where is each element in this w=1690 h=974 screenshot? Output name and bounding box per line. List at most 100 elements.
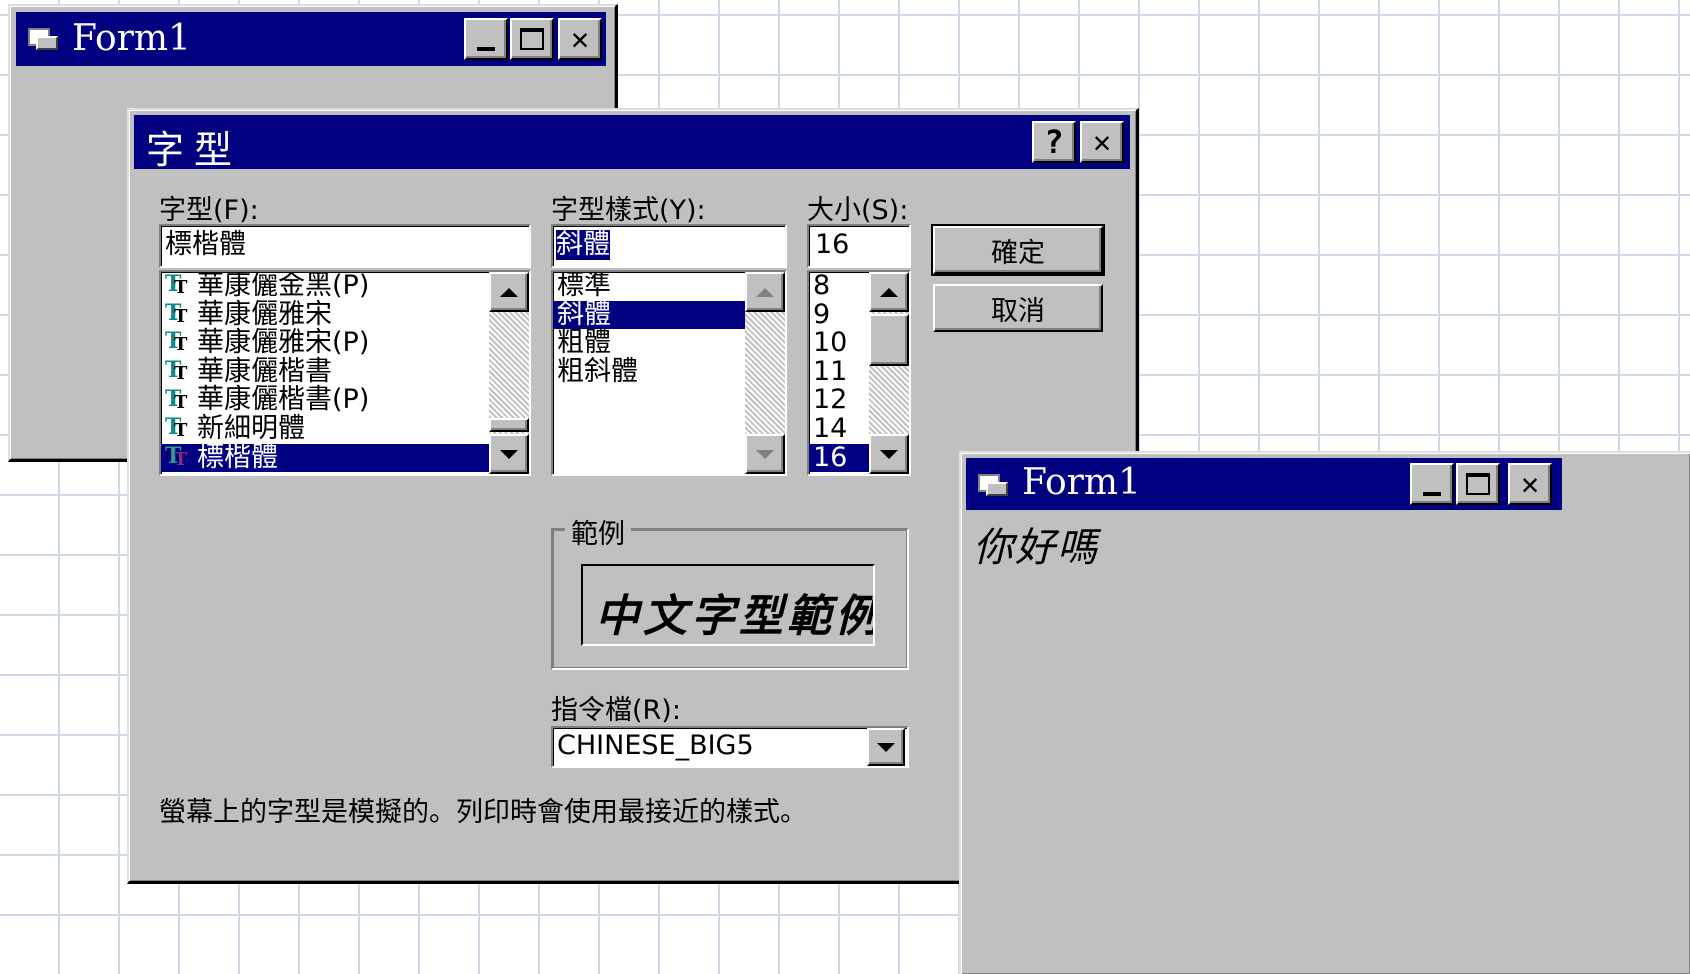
form1-front-titlebar[interactable]: Form1 ✕: [966, 458, 1562, 510]
scroll-thumb[interactable]: [869, 314, 909, 366]
size-list-scrollbar[interactable]: [869, 272, 909, 474]
script-select[interactable]: CHINESE_BIG5: [551, 726, 909, 768]
font-label: 字型(F):: [159, 195, 259, 226]
scroll-up-button[interactable]: [745, 272, 785, 312]
dialog-close-button[interactable]: ✕: [1080, 121, 1124, 163]
list-item[interactable]: T T 標楷體: [161, 441, 489, 473]
sample-text: 中文字型範例: [595, 591, 875, 642]
minimize-button[interactable]: [464, 18, 508, 60]
maximize-button[interactable]: [510, 18, 554, 60]
list-item-label: 粗斜體: [557, 355, 638, 387]
close-button[interactable]: ✕: [558, 18, 602, 60]
list-item[interactable]: T T 華康儷楷書(P): [161, 386, 489, 415]
form-icon[interactable]: [28, 28, 58, 50]
list-item[interactable]: 粗體: [553, 329, 745, 358]
ok-button-label: 確定: [991, 237, 1045, 269]
ok-button[interactable]: 確定: [931, 224, 1105, 276]
style-input[interactable]: 斜體: [551, 224, 787, 268]
size-list[interactable]: 8 9 10 11 12 14 16: [807, 270, 911, 476]
cancel-button[interactable]: 取消: [933, 284, 1103, 332]
list-item[interactable]: 粗斜體: [553, 355, 745, 387]
arrow-down-icon: [880, 449, 898, 459]
sample-label: 範例: [565, 512, 631, 551]
form1-front-title: Form1: [1022, 462, 1141, 503]
list-item[interactable]: 16: [809, 441, 869, 473]
list-item-label: 12: [813, 384, 848, 416]
list-item[interactable]: T T 新細明體: [161, 414, 489, 444]
style-list-items: 標準 斜體 粗體 粗斜體: [553, 272, 745, 474]
maximize-icon: [520, 28, 544, 50]
scroll-up-button[interactable]: [869, 272, 909, 312]
form1-front-window: Form1 ✕ 你好嗎: [959, 451, 1690, 974]
arrow-up-icon: [756, 287, 774, 297]
list-item-label: 16: [813, 441, 848, 473]
arrow-up-icon: [880, 287, 898, 297]
truetype-font-icon: TT: [165, 357, 188, 385]
help-icon: ?: [1044, 123, 1064, 161]
font-dialog-titlebar[interactable]: 字型 ? ✕: [134, 115, 1130, 172]
list-item-label: 華康儷雅宋(P): [197, 327, 370, 359]
truetype-font-icon: TT: [165, 328, 188, 356]
list-item[interactable]: T T 華康儷雅宋(P): [161, 327, 489, 359]
style-label: 字型樣式(Y):: [551, 195, 706, 226]
style-value: 斜體: [556, 229, 610, 260]
font-name-input[interactable]: 標楷體: [159, 224, 531, 268]
script-label: 指令檔(R):: [551, 695, 681, 726]
list-item[interactable]: 標準: [553, 272, 745, 301]
list-item-label: 10: [813, 327, 848, 359]
list-item[interactable]: 14: [809, 412, 869, 444]
help-button[interactable]: ?: [1032, 121, 1076, 163]
cancel-button-label: 取消: [991, 295, 1045, 327]
style-list[interactable]: 標準 斜體 粗體 粗斜體: [551, 270, 787, 476]
list-item-label: 14: [813, 412, 848, 444]
close-icon: ✕: [1092, 124, 1112, 160]
truetype-font-icon: TT: [165, 299, 188, 327]
scroll-down-button[interactable]: [745, 434, 785, 474]
script-value: CHINESE_BIG5: [557, 730, 754, 761]
size-list-items: 8 9 10 11 12 14 16: [809, 272, 869, 474]
truetype-font-icon: TT: [165, 385, 188, 413]
font-list-scrollbar[interactable]: [489, 272, 529, 474]
list-item-label: 9: [813, 298, 831, 330]
list-item-label: 華康儷楷書(P): [197, 384, 370, 416]
dropdown-button[interactable]: [867, 728, 905, 766]
list-item-label: 華康儷楷書: [197, 355, 332, 387]
list-item-label: 華康儷雅宋: [197, 298, 332, 330]
sample-preview: 中文字型範例: [581, 564, 875, 646]
list-item[interactable]: 12: [809, 386, 869, 415]
size-value: 16: [815, 229, 850, 260]
minimize-icon: [477, 47, 495, 51]
list-item[interactable]: 8: [809, 272, 869, 301]
list-item-label: 8: [813, 272, 831, 301]
truetype-font-icon: TT: [165, 414, 188, 442]
list-item-label: 標楷體: [197, 441, 278, 473]
scroll-down-button[interactable]: [489, 434, 529, 474]
size-label: 大小(S):: [807, 195, 909, 226]
list-item[interactable]: T T 華康儷雅宋: [161, 298, 489, 330]
close-button[interactable]: ✕: [1508, 463, 1552, 505]
list-item[interactable]: T T 華康儷金黑(P): [161, 272, 489, 301]
maximize-button[interactable]: [1456, 463, 1500, 505]
list-item-label: 華康儷金黑(P): [197, 272, 370, 301]
list-item[interactable]: T T 華康儷楷書: [161, 355, 489, 387]
font-list[interactable]: T T 華康儷金黑(P) T T 華康儷雅宋 T T 華康儷雅宋(P) T T 華康儷楷書 T T 華康儷楷…: [159, 270, 531, 476]
form1-back-titlebar[interactable]: Form1 ✕: [16, 12, 606, 66]
style-list-scrollbar[interactable]: [745, 272, 785, 474]
scroll-up-button[interactable]: [489, 272, 529, 312]
scroll-down-button[interactable]: [869, 434, 909, 474]
list-item[interactable]: 10: [809, 329, 869, 358]
font-name-value: 標楷體: [165, 229, 246, 260]
minimize-button[interactable]: [1410, 463, 1454, 505]
list-item[interactable]: 斜體: [553, 300, 745, 330]
font-dialog-title: 字型: [146, 128, 243, 172]
note-text: 螢幕上的字型是模擬的。列印時會使用最接近的樣式。: [159, 797, 807, 828]
arrow-down-icon: [756, 449, 774, 459]
list-item[interactable]: 11: [809, 357, 869, 387]
list-item[interactable]: 9: [809, 298, 869, 330]
form-icon[interactable]: [978, 474, 1008, 496]
size-input[interactable]: 16: [807, 224, 911, 268]
scroll-thumb[interactable]: [489, 418, 529, 432]
form1-back-title: Form1: [72, 18, 191, 59]
close-icon: ✕: [570, 21, 590, 57]
font-list-items: T T 華康儷金黑(P) T T 華康儷雅宋 T T 華康儷雅宋(P) T T 華康儷楷書 T T 華康儷楷…: [161, 272, 489, 474]
